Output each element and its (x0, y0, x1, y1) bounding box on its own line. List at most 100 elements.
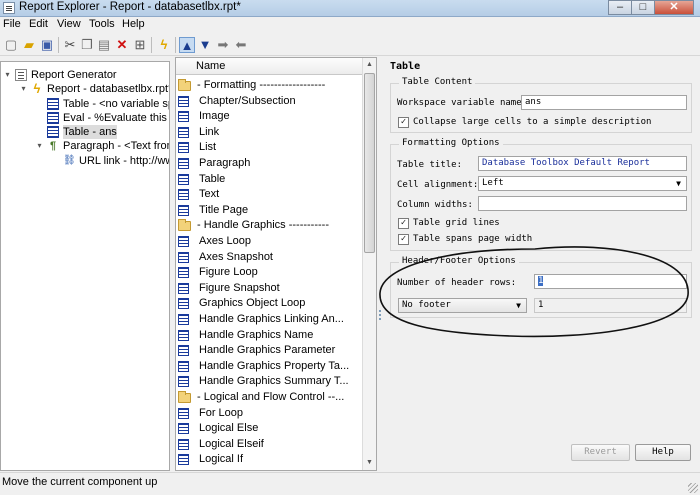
grid-lines-label: Table grid lines (413, 218, 500, 228)
scroll-up-icon[interactable]: ▲ (363, 58, 376, 72)
component-item[interactable]: Image (178, 109, 230, 124)
component-icon (178, 454, 189, 466)
help-button[interactable]: Help (635, 444, 691, 461)
group-title: Table Content (399, 77, 476, 87)
component-item[interactable]: Handle Graphics Property Ta... (178, 359, 349, 374)
component-icon (178, 314, 189, 325)
component-label: - Formatting ------------------ (197, 79, 326, 91)
tree-item-table-no-variable[interactable]: Table - <no variable speci (35, 97, 169, 111)
resize-grip-icon[interactable] (688, 483, 698, 493)
header-rows-field[interactable]: 1 (534, 274, 687, 289)
move-right-icon[interactable]: ➡ (215, 37, 231, 53)
component-icon (178, 111, 189, 123)
menu-file[interactable]: File (3, 18, 21, 30)
component-icon (178, 438, 189, 450)
open-icon[interactable]: ▰ (21, 37, 37, 53)
collapse-cells-checkbox[interactable]: ✓ (398, 117, 409, 128)
component-item[interactable]: Figure Snapshot (178, 281, 280, 296)
component-label: Link (199, 125, 220, 138)
new-icon[interactable]: ▢ (3, 37, 19, 53)
chevron-down-icon[interactable]: ▼ (673, 179, 684, 189)
cut-icon[interactable]: ✂ (62, 37, 78, 53)
status-text: Move the current component up (2, 476, 158, 488)
component-item[interactable]: Axes Snapshot (178, 250, 273, 265)
component-item[interactable]: Axes Loop (178, 234, 251, 249)
component-icon (178, 282, 189, 294)
minimize-button[interactable]: – (608, 0, 632, 15)
component-label: - Logical and Flow Control --... (197, 391, 345, 403)
revert-button[interactable]: Revert (571, 444, 630, 461)
copy-icon[interactable]: ❐ (79, 37, 95, 53)
chevron-down-icon[interactable]: ▼ (513, 301, 524, 311)
footer-rows-field[interactable]: 1 (534, 298, 687, 313)
menu-tools[interactable]: Tools (89, 18, 115, 30)
component-icon (178, 345, 189, 357)
report-tree[interactable]: ▾ Report Generator ▾ ϟ Report - database… (0, 61, 170, 471)
workspace-variable-field[interactable]: ans (521, 95, 687, 110)
scrollbar-thumb[interactable] (364, 73, 375, 253)
component-label: Handle Graphics Property Ta... (199, 359, 350, 372)
menu-edit[interactable]: Edit (29, 18, 48, 30)
workspace-variable-label: Workspace variable name: (397, 98, 528, 108)
tree-item-label: URL link - http://www. (79, 155, 169, 167)
component-category[interactable]: - Handle Graphics ----------- (178, 218, 329, 233)
tree-item-url-link[interactable]: ⛓ URL link - http://www. (51, 154, 169, 168)
tree-item-report-generator[interactable]: ▾ Report Generator (3, 68, 117, 82)
formatting-options-group: Formatting Options Table title: Database… (390, 138, 692, 251)
toolbar-separator (151, 37, 152, 53)
tree-item-paragraph[interactable]: ▾ ¶ Paragraph - <Text from ch (35, 139, 169, 153)
component-category[interactable]: - Logical and Flow Control --... (178, 390, 344, 405)
footer-option-dropdown[interactable]: No footer ▼ (398, 298, 527, 313)
table-title-field[interactable]: Database Toolbox Default Report (478, 156, 687, 171)
tree-expand-icon[interactable]: ▾ (3, 68, 12, 82)
component-item[interactable]: Graphics Object Loop (178, 296, 305, 311)
paste-icon[interactable]: ▤ (96, 37, 112, 53)
import-icon[interactable]: ⊞ (132, 37, 148, 53)
component-item[interactable]: Figure Loop (178, 265, 258, 280)
grid-lines-checkbox[interactable]: ✓ (398, 218, 409, 229)
component-item[interactable]: Paragraph (178, 156, 250, 171)
component-label: Handle Graphics Linking An... (199, 313, 344, 325)
run-icon[interactable]: ϟ (156, 37, 172, 53)
component-item[interactable]: Link (178, 125, 219, 140)
component-icon (178, 173, 189, 185)
column-widths-field[interactable] (478, 196, 687, 211)
component-list-header[interactable]: Name (176, 58, 362, 75)
tree-expand-icon[interactable]: ▾ (19, 82, 28, 96)
component-item[interactable]: Title Page (178, 203, 248, 218)
tree-expand-icon[interactable]: ▾ (35, 139, 44, 153)
component-item[interactable]: Chapter/Subsection (178, 94, 296, 109)
component-category[interactable]: - Formatting ------------------ (178, 78, 325, 93)
component-item[interactable]: Logical Elseif (178, 437, 264, 452)
cell-alignment-dropdown[interactable]: Left ▼ (478, 176, 687, 191)
save-icon[interactable]: ▣ (39, 37, 55, 53)
move-up-icon[interactable]: ▲ (179, 37, 195, 53)
component-item[interactable]: Logical Else (178, 421, 258, 436)
tree-item-report-file[interactable]: ▾ ϟ Report - databasetlbx.rpt* (19, 82, 169, 96)
component-item[interactable]: Handle Graphics Summary T... (178, 374, 349, 389)
component-list[interactable]: Name - Formatting ------------------ Chap… (175, 57, 377, 471)
component-list-scrollbar[interactable]: ▲ ▼ (362, 58, 376, 470)
component-item[interactable]: Logical If (178, 452, 243, 467)
component-item[interactable]: Handle Graphics Name (178, 328, 313, 343)
component-item[interactable]: Text (178, 187, 219, 202)
move-left-icon[interactable]: ⬅ (233, 37, 249, 53)
component-icon (178, 407, 189, 419)
delete-icon[interactable]: ✕ (114, 37, 130, 53)
menu-help[interactable]: Help (122, 18, 145, 30)
folder-icon (178, 78, 191, 91)
close-button[interactable]: ✕ (654, 0, 694, 15)
component-item[interactable]: For Loop (178, 406, 243, 421)
spans-width-checkbox[interactable]: ✓ (398, 234, 409, 245)
menu-view[interactable]: View (57, 18, 81, 30)
tree-item-table-ans[interactable]: Table - ans (35, 125, 117, 139)
component-item[interactable]: Handle Graphics Parameter (178, 343, 335, 358)
component-item[interactable]: Table (178, 172, 225, 187)
move-down-icon[interactable]: ▼ (197, 37, 213, 53)
maximize-button[interactable]: □ (631, 0, 655, 15)
component-item[interactable]: Handle Graphics Linking An... (178, 312, 344, 327)
tree-item-eval[interactable]: Eval - %Evaluate this strin (35, 111, 169, 125)
component-item[interactable]: List (178, 140, 216, 155)
splitter-grip-icon[interactable] (379, 310, 382, 320)
scroll-down-icon[interactable]: ▼ (363, 456, 376, 470)
